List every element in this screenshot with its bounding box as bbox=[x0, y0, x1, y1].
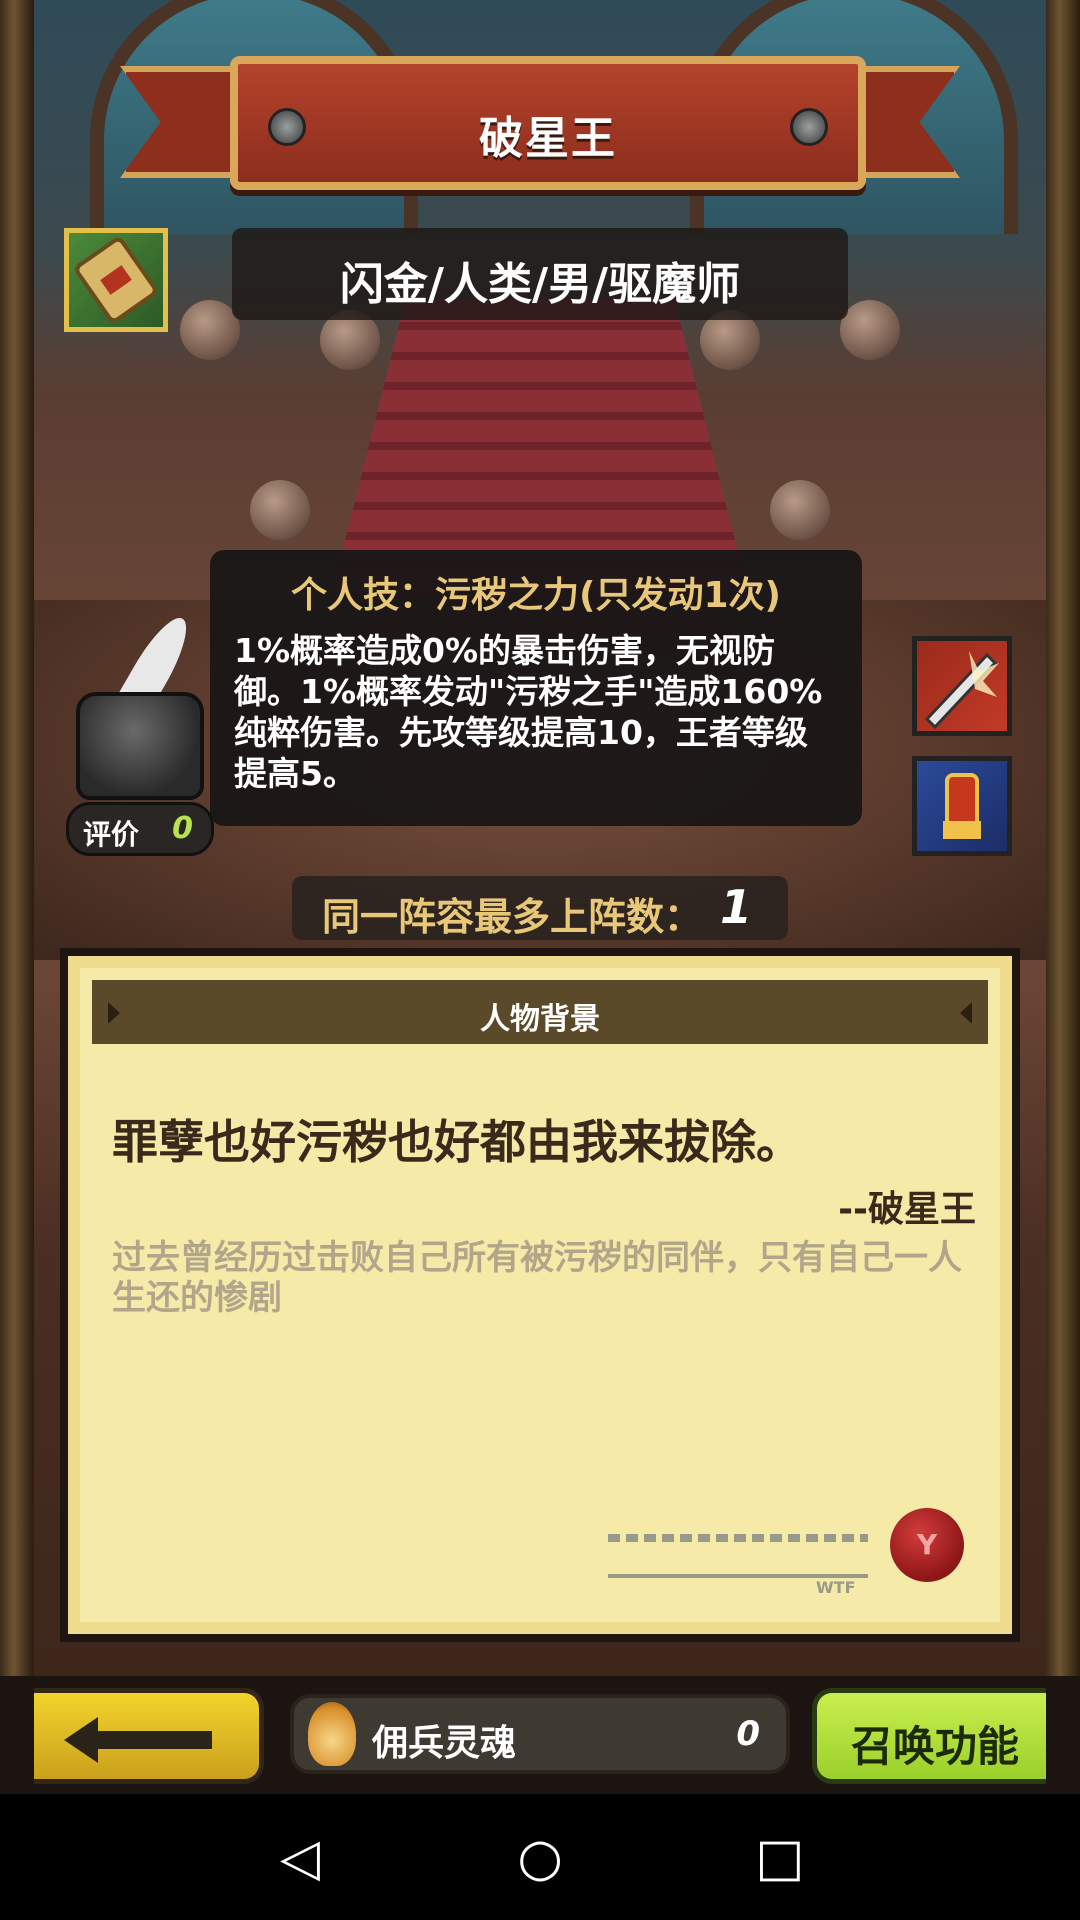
soul-flame-icon bbox=[308, 1702, 356, 1766]
background-rail-knob bbox=[180, 300, 240, 360]
hero-quote: 罪孽也好污秽也好都由我来拔除。 bbox=[112, 1115, 802, 1169]
skill-panel: 个人技：污秽之力(只发动1次) 1%概率造成0%的暴击伤害，无视防御。1%概率发… bbox=[210, 550, 862, 826]
nav-recents-icon[interactable]: □ bbox=[750, 1828, 810, 1888]
soul-label: 佣兵灵魂 bbox=[372, 1723, 517, 1764]
gauntlet-icon[interactable] bbox=[912, 756, 1012, 856]
background-header: 人物背景 bbox=[92, 980, 988, 1044]
ink-pot bbox=[76, 692, 204, 800]
skill-title: 个人技：污秽之力(只发动1次) bbox=[291, 575, 781, 616]
signature-line bbox=[608, 1534, 868, 1542]
gauntlet-graphic bbox=[943, 773, 981, 839]
mercenary-soul-panel: 佣兵灵魂 0 bbox=[290, 1694, 790, 1774]
screen-frame-right bbox=[1046, 0, 1080, 1794]
hero-class-line: 闪金/人类/男/驱魔师 bbox=[339, 259, 741, 310]
rating-value: 0 bbox=[172, 811, 193, 846]
scroll-icon[interactable] bbox=[64, 228, 168, 332]
soul-count: 0 bbox=[736, 1714, 760, 1754]
nav-back-icon[interactable]: ◁ bbox=[270, 1828, 330, 1888]
rating-badge[interactable]: 评价 0 bbox=[66, 802, 214, 856]
system-nav-bar: ◁ ○ □ bbox=[0, 1794, 1080, 1920]
background-story: 过去曾经历过击败自己所有被污秽的同伴，只有自己一人生还的惨剧 bbox=[112, 1238, 962, 1318]
nav-home-icon[interactable]: ○ bbox=[510, 1828, 570, 1888]
hero-detail-screen: 破星王 闪金/人类/男/驱魔师 评价 0 个人技：污秽之力(只发动1次) 1%概… bbox=[0, 0, 1080, 1794]
sword-slash-icon[interactable] bbox=[912, 636, 1012, 736]
team-limit-value: 1 bbox=[720, 880, 753, 934]
hero-name: 破星王 bbox=[479, 113, 617, 164]
left-arrow-icon bbox=[64, 1717, 212, 1763]
summon-button[interactable]: 召唤功能 bbox=[812, 1688, 1046, 1784]
sword-slash-graphic bbox=[924, 651, 999, 730]
signature-tag: WTF bbox=[816, 1578, 856, 1597]
hero-class-panel: 闪金/人类/男/驱魔师 bbox=[232, 228, 848, 320]
scroll-icon-graphic bbox=[75, 237, 157, 323]
team-limit-label: 同一阵容最多上阵数： bbox=[322, 895, 703, 939]
background-rail-knob bbox=[250, 480, 310, 540]
rating-label: 评价 bbox=[83, 818, 140, 851]
title-banner: 破星王 bbox=[120, 36, 960, 196]
wax-seal-icon: Y bbox=[890, 1508, 964, 1582]
back-button[interactable] bbox=[34, 1688, 264, 1784]
skill-description: 1%概率造成0%的暴击伤害，无视防御。1%概率发动"污秽之手"造成160%纯粹伤… bbox=[234, 631, 823, 793]
inkwell-quill-icon bbox=[76, 609, 204, 800]
banner-ribbon: 破星王 bbox=[230, 56, 866, 190]
background-story-paper: 人物背景 罪孽也好污秽也好都由我来拔除。 --破星王 过去曾经历过击败自己所有被… bbox=[60, 948, 1020, 1642]
background-rail-knob bbox=[840, 300, 900, 360]
bottom-action-bar: 佣兵灵魂 0 召唤功能 bbox=[0, 1676, 1080, 1794]
screen-frame-left bbox=[0, 0, 34, 1794]
background-rail-knob bbox=[770, 480, 830, 540]
quote-author: --破星王 bbox=[838, 1189, 976, 1230]
triangle-left-icon bbox=[960, 1002, 972, 1024]
signature-scribble: WTF bbox=[608, 1504, 868, 1597]
background-header-label: 人物背景 bbox=[480, 1002, 600, 1037]
wax-seal-mark: Y bbox=[916, 1528, 938, 1561]
summon-button-label: 召唤功能 bbox=[851, 1722, 1020, 1771]
team-limit-panel: 同一阵容最多上阵数： 1 bbox=[292, 876, 788, 940]
